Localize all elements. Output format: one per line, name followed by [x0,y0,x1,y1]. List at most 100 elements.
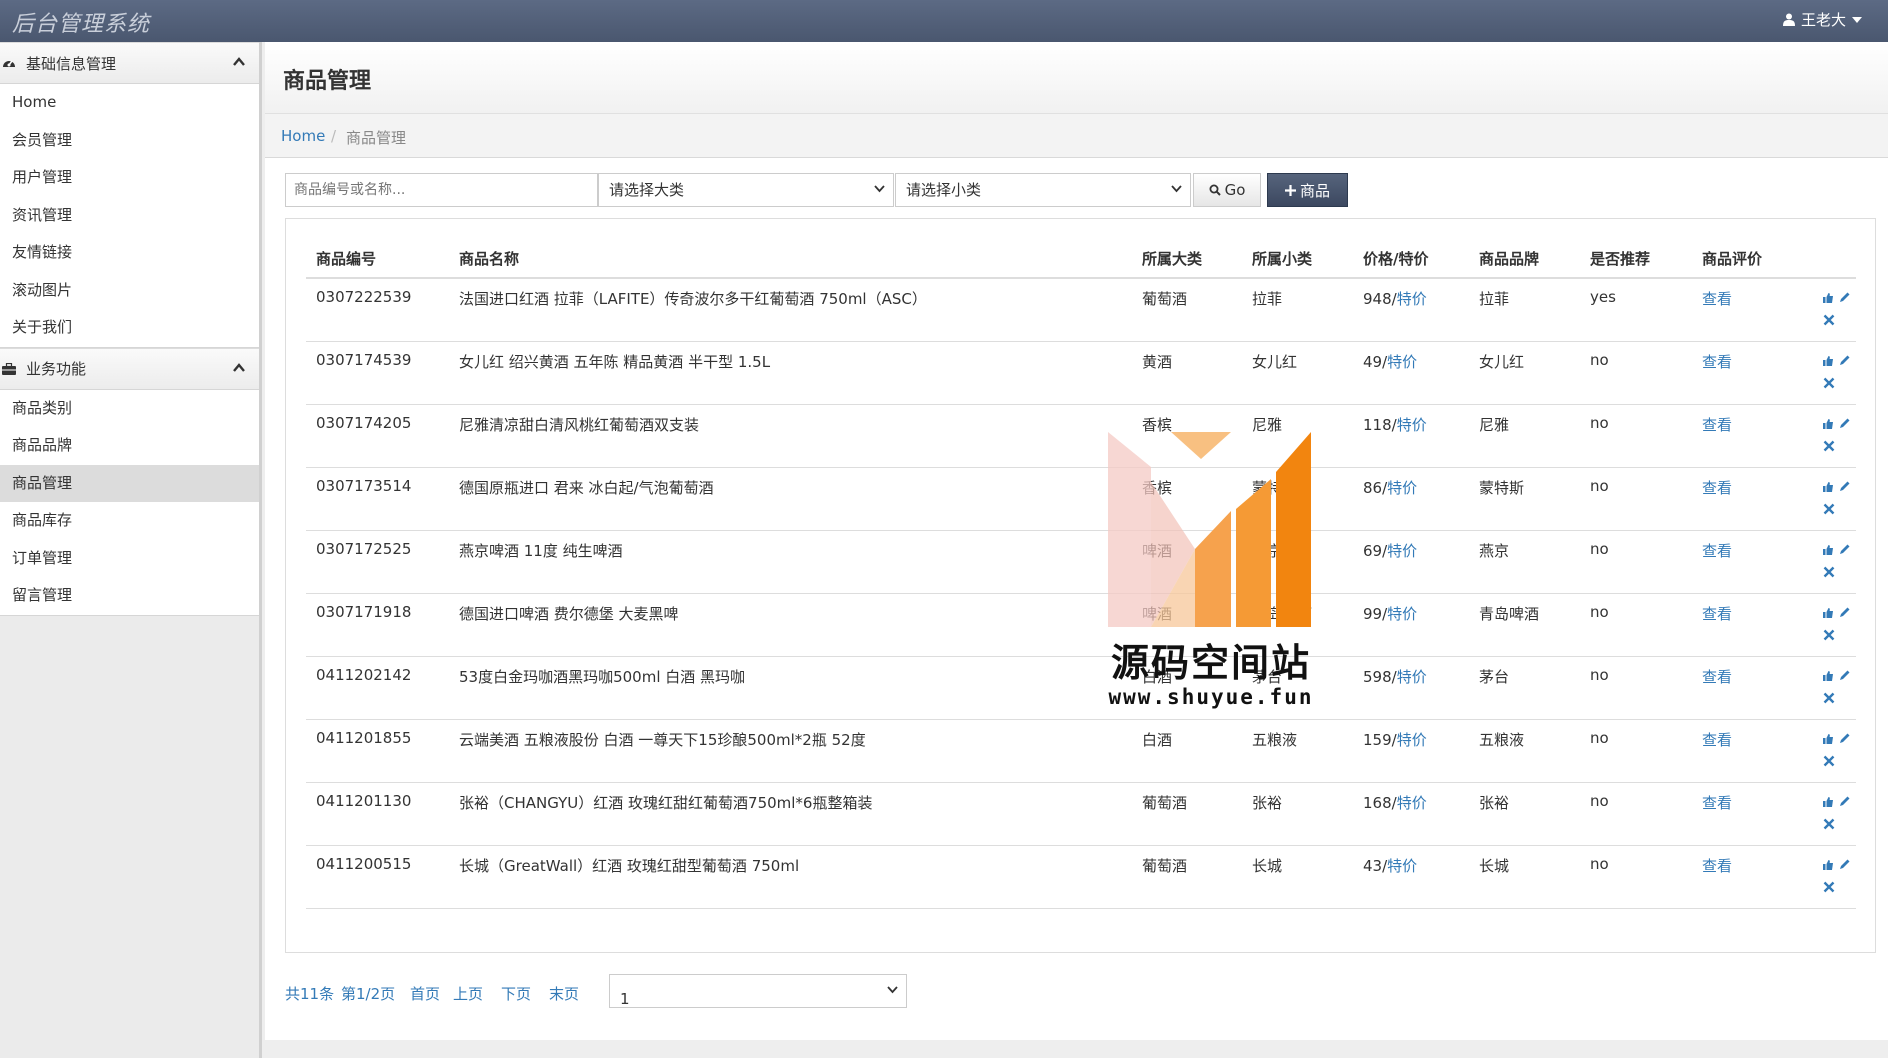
cell-subcategory: 张裕 [1242,782,1353,846]
table-row: 0411200515 长城（GreatWall）红酒 玫瑰红甜型葡萄酒 750ml… [306,845,1856,909]
sidebar-group-business[interactable]: 业务功能 [0,347,259,390]
category-select[interactable]: 请选择大类 [598,173,894,207]
sidebar-item-members[interactable]: 会员管理 [0,122,259,160]
delete-icon[interactable] [1823,375,1835,393]
edit-icon[interactable] [1839,289,1851,307]
subcategory-select[interactable]: 请选择小类 [895,173,1191,207]
sidebar-list-business: 商品类别 商品品牌 商品管理 商品库存 订单管理 留言管理 [0,389,259,616]
cell-actions [1802,341,1856,405]
delete-icon[interactable] [1823,627,1835,645]
special-price-link[interactable]: 特价 [1387,857,1417,875]
view-review-link[interactable]: 查看 [1692,656,1802,720]
recommend-icon[interactable] [1822,794,1834,812]
search-go-button[interactable]: Go [1193,173,1261,207]
delete-icon[interactable] [1823,753,1835,771]
recommend-icon[interactable] [1822,416,1834,434]
cell-name: 女儿红 绍兴黄酒 五年陈 精品黄酒 半干型 1.5L [449,341,1132,405]
special-price-link[interactable]: 特价 [1387,542,1417,560]
edit-icon[interactable] [1839,352,1851,370]
cell-recommended: yes [1580,278,1692,342]
sidebar-item-product-brand[interactable]: 商品品牌 [0,427,259,465]
special-price-link[interactable]: 特价 [1387,353,1417,371]
delete-icon[interactable] [1823,564,1835,582]
pager-first-link[interactable]: 首页 [410,983,440,1004]
delete-icon[interactable] [1823,438,1835,456]
recommend-icon[interactable] [1822,542,1834,560]
edit-icon[interactable] [1839,856,1851,874]
view-review-link[interactable]: 查看 [1692,278,1802,342]
table-row: 0307173514 德国原瓶进口 君来 冰白起/气泡葡萄酒 香槟 蒙特斯 86/特价蒙… [306,467,1856,531]
cell-actions [1802,404,1856,468]
pager-last-link[interactable]: 末页 [549,983,579,1004]
sidebar-item-orders[interactable]: 订单管理 [0,540,259,578]
breadcrumb-home-link[interactable]: Home [281,127,325,145]
special-price-link[interactable]: 特价 [1397,668,1427,686]
recommend-icon[interactable] [1822,605,1834,623]
special-price-link[interactable]: 特价 [1397,290,1427,308]
edit-icon[interactable] [1839,793,1851,811]
cell-recommended: no [1580,530,1692,594]
view-review-link[interactable]: 查看 [1692,845,1802,909]
special-price-link[interactable]: 特价 [1387,605,1417,623]
add-product-button[interactable]: 商品 [1267,173,1348,207]
sidebar-item-product-stock[interactable]: 商品库存 [0,502,259,540]
cell-price: 948/特价 [1353,278,1469,342]
recommend-icon[interactable] [1822,353,1834,371]
edit-icon[interactable] [1839,667,1851,685]
view-review-link[interactable]: 查看 [1692,467,1802,531]
sidebar-item-news[interactable]: 资讯管理 [0,197,259,235]
sidebar-item-home[interactable]: Home [0,84,259,122]
edit-icon[interactable] [1839,604,1851,622]
sidebar-item-slides[interactable]: 滚动图片 [0,272,259,310]
edit-icon[interactable] [1839,478,1851,496]
sidebar-group-basic[interactable]: 基础信息管理 [0,42,259,84]
view-review-link[interactable]: 查看 [1692,341,1802,405]
delete-icon[interactable] [1823,501,1835,519]
view-review-link[interactable]: 查看 [1692,782,1802,846]
page-select[interactable]: 1 [609,974,907,1008]
sidebar-item-about[interactable]: 关于我们 [0,309,259,347]
special-price-link[interactable]: 特价 [1397,794,1427,812]
delete-icon[interactable] [1823,690,1835,708]
delete-icon[interactable] [1823,816,1835,834]
view-review-link[interactable]: 查看 [1692,530,1802,594]
cell-actions [1802,530,1856,594]
special-price-link[interactable]: 特价 [1387,479,1417,497]
edit-icon[interactable] [1839,730,1851,748]
recommend-icon[interactable] [1822,668,1834,686]
cell-code: 0307222539 [306,278,449,342]
delete-icon[interactable] [1823,312,1835,330]
cell-brand: 燕京 [1469,530,1580,594]
user-name: 王老大 [1800,11,1846,29]
cell-code: 0411201130 [306,782,449,846]
edit-icon[interactable] [1839,541,1851,559]
sidebar-item-product-category[interactable]: 商品类别 [0,390,259,428]
view-review-link[interactable]: 查看 [1692,719,1802,783]
recommend-icon[interactable] [1822,731,1834,749]
col-header-name: 商品名称 [449,239,1132,279]
user-menu[interactable]: 王老大 [1782,9,1862,30]
pager-next-link[interactable]: 下页 [501,983,531,1004]
price-value: 43/ [1363,856,1388,875]
recommend-icon[interactable] [1822,479,1834,497]
table-row: 0411201130 张裕（CHANGYU）红酒 玫瑰红甜红葡萄酒750ml*6瓶… [306,782,1856,846]
sidebar-item-messages[interactable]: 留言管理 [0,577,259,615]
price-value: 948/ [1363,290,1397,308]
recommend-icon[interactable] [1822,857,1834,875]
special-price-link[interactable]: 特价 [1397,416,1427,434]
delete-icon[interactable] [1823,879,1835,897]
sidebar-item-users[interactable]: 用户管理 [0,159,259,197]
edit-icon[interactable] [1839,415,1851,433]
sidebar-item-links[interactable]: 友情链接 [0,234,259,272]
recommend-icon[interactable] [1822,290,1834,308]
main-content: 商品管理 Home / 商品管理 请选择大类 请选择小类 Go 商品 [265,42,1888,1040]
pager-prev-link[interactable]: 上页 [453,983,483,1004]
view-review-link[interactable]: 查看 [1692,404,1802,468]
search-input[interactable] [285,173,598,207]
cell-brand: 拉菲 [1469,278,1580,342]
cell-name: 德国进口啤酒 费尔德堡 大麦黑啤 [449,593,1132,657]
special-price-link[interactable]: 特价 [1397,731,1427,749]
view-review-link[interactable]: 查看 [1692,593,1802,657]
sidebar-item-product-management[interactable]: 商品管理 [0,464,259,502]
cell-price: 69/特价 [1353,530,1469,594]
